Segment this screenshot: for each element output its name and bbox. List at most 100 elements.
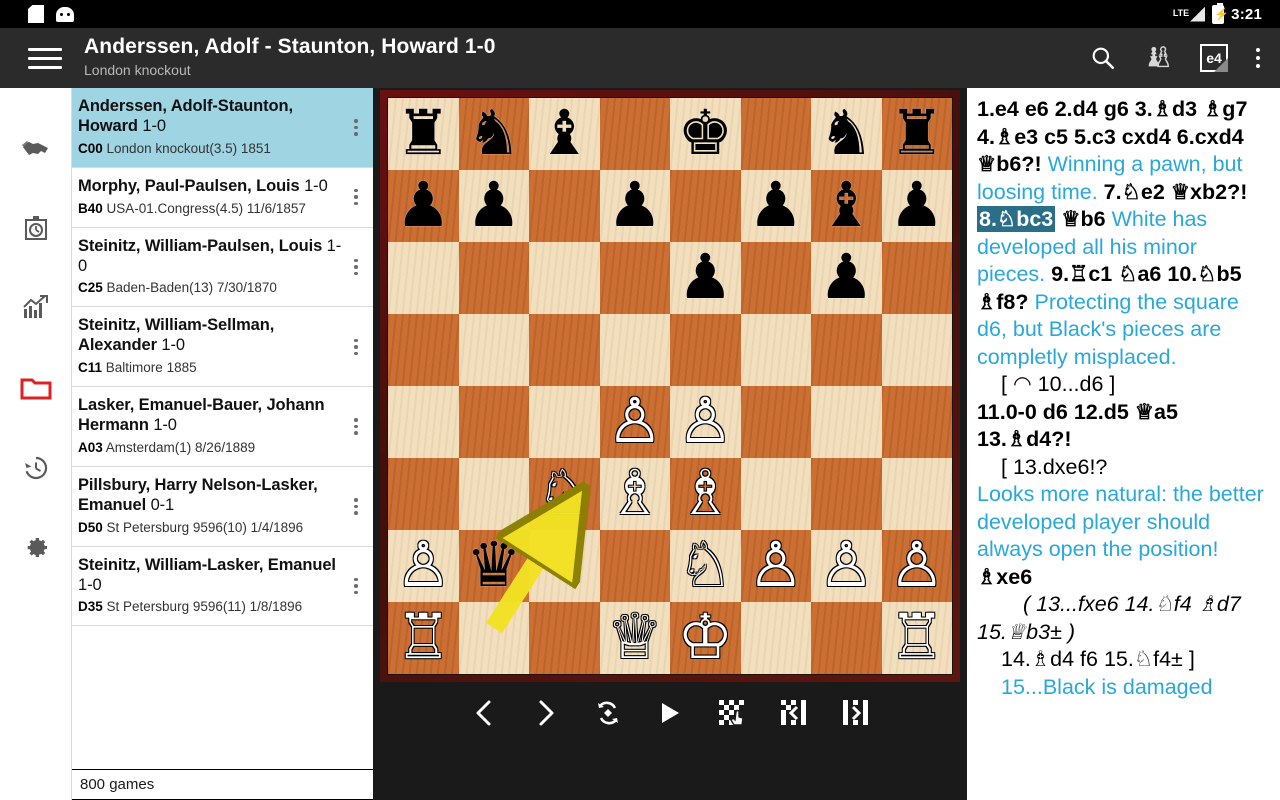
board-square-d6[interactable]	[599, 242, 670, 314]
board-square-a8[interactable]: ♜	[388, 98, 459, 170]
board-square-f6[interactable]	[740, 242, 811, 314]
board-square-b3[interactable]	[458, 458, 529, 530]
list-item[interactable]: Pillsbury, Harry Nelson-Lasker, Emanuel …	[72, 467, 373, 547]
board-square-a3[interactable]	[388, 458, 459, 530]
row-menu-icon[interactable]	[345, 258, 367, 276]
sidebar-item-history[interactable]	[18, 450, 54, 486]
board-square-b8[interactable]: ♞	[458, 98, 529, 170]
notation-move[interactable]: ♕b6	[1055, 207, 1111, 231]
board-square-g4[interactable]	[811, 386, 882, 458]
chess-board[interactable]: ♜ ♞ ♝ ♚ ♞ ♜ ♟ ♟ ♟ ♟ ♝ ♟ ♟ ♟ ♙ ♙ ♘ ♗ ♗ ♙ ♛ ♘ ♙ ♙ ♙ ♖ ♕ ♔ ♖	[387, 97, 953, 675]
board-square-b2[interactable]: ♛	[458, 530, 529, 602]
board-square-b1[interactable]	[458, 602, 529, 674]
board-square-f8[interactable]	[740, 98, 811, 170]
board-square-c8[interactable]: ♝	[529, 98, 600, 170]
board-square-d1[interactable]: ♕	[599, 602, 670, 674]
notation-variation1[interactable]: 14.♗d4 f6 15.♘f4± ]	[1001, 647, 1195, 671]
notation-move[interactable]: 11.0-0 d6 12.d5 ♕a5 13.♗d4?!	[977, 400, 1178, 452]
board-square-h7[interactable]: ♟	[881, 170, 952, 242]
game-list[interactable]: Anderssen, Adolf-Staunton, Howard 1-0 C0…	[72, 88, 373, 769]
board-square-f3[interactable]	[740, 458, 811, 530]
board-square-h4[interactable]	[881, 386, 952, 458]
row-menu-icon[interactable]	[345, 577, 367, 595]
board-square-c7[interactable]	[529, 170, 600, 242]
board-square-c1[interactable]	[529, 602, 600, 674]
board-square-d7[interactable]: ♟	[599, 170, 670, 242]
row-menu-icon[interactable]	[345, 188, 367, 206]
board-square-g1[interactable]	[811, 602, 882, 674]
board-square-h2[interactable]: ♙	[881, 530, 952, 602]
sidebar-item-settings[interactable]	[18, 530, 54, 566]
board-square-f4[interactable]	[740, 386, 811, 458]
board-square-g2[interactable]: ♙	[811, 530, 882, 602]
board-square-a1[interactable]: ♖	[388, 602, 459, 674]
notation-variation1[interactable]: [ 13.dxe6!?	[1001, 455, 1107, 479]
board-square-e5[interactable]	[670, 314, 741, 386]
board-square-a2[interactable]: ♙	[388, 530, 459, 602]
board-square-a4[interactable]	[388, 386, 459, 458]
board-square-b4[interactable]	[458, 386, 529, 458]
current-move[interactable]: 8.♘bc3	[977, 206, 1056, 233]
board-square-e8[interactable]: ♚	[670, 98, 741, 170]
board-square-g8[interactable]: ♞	[811, 98, 882, 170]
hamburger-menu-icon[interactable]	[28, 43, 62, 73]
sidebar-item-analysis[interactable]	[18, 290, 54, 326]
list-item[interactable]: Steinitz, William-Paulsen, Louis 1-0 C25…	[72, 228, 373, 308]
board-next-variation-button[interactable]	[838, 696, 874, 730]
board-square-g6[interactable]: ♟	[811, 242, 882, 314]
board-square-b6[interactable]	[458, 242, 529, 314]
play-button[interactable]	[652, 696, 688, 730]
notation-comment[interactable]: Looks more natural: the better developed…	[977, 482, 1264, 561]
board-edit-button[interactable]	[714, 696, 750, 730]
board-square-b5[interactable]	[458, 314, 529, 386]
board-square-h1[interactable]: ♖	[881, 602, 952, 674]
board-square-g5[interactable]	[811, 314, 882, 386]
opening-book-button[interactable]: e4	[1200, 44, 1228, 72]
board-square-c4[interactable]	[529, 386, 600, 458]
row-menu-icon[interactable]	[345, 498, 367, 515]
sidebar-item-database[interactable]	[18, 370, 54, 406]
row-menu-icon[interactable]	[345, 338, 367, 356]
board-square-c6[interactable]	[529, 242, 600, 314]
board-square-f1[interactable]	[740, 602, 811, 674]
board-square-c3[interactable]: ♘	[529, 458, 600, 530]
board-square-e1[interactable]: ♔	[670, 602, 741, 674]
players-icon[interactable]	[1144, 45, 1172, 71]
board-square-c2[interactable]	[529, 530, 600, 602]
notation-panel[interactable]: 1.e4 e6 2.d4 g6 3.♗d3 ♗g7 4.♗e3 c5 5.c3 …	[965, 88, 1280, 800]
notation-clipped[interactable]: 15...Black is damaged	[1001, 675, 1213, 699]
board-square-c5[interactable]	[529, 314, 600, 386]
board-square-e7[interactable]	[670, 170, 741, 242]
board-square-f5[interactable]	[740, 314, 811, 386]
board-square-d3[interactable]: ♗	[599, 458, 670, 530]
board-square-e6[interactable]: ♟	[670, 242, 741, 314]
notation-move[interactable]: 7.♘e2 ♕xb2?!	[1104, 180, 1248, 204]
notation-move[interactable]: ♗xe6	[977, 565, 1032, 589]
board-square-e4[interactable]: ♙	[670, 386, 741, 458]
board-square-d5[interactable]	[599, 314, 670, 386]
board-square-a7[interactable]: ♟	[388, 170, 459, 242]
board-square-b7[interactable]: ♟	[458, 170, 529, 242]
sidebar-item-clock[interactable]	[18, 210, 54, 246]
sidebar-item-play[interactable]	[18, 130, 54, 166]
notation-variation2[interactable]: ( 13...fxe6 14.♘f4 ♗d7 15.♕b3± )	[977, 592, 1241, 644]
list-item[interactable]: Steinitz, William-Lasker, Emanuel 1-0 D3…	[72, 547, 373, 627]
row-menu-icon[interactable]	[345, 119, 367, 136]
board-square-h8[interactable]: ♜	[881, 98, 952, 170]
overflow-menu-icon[interactable]	[1256, 48, 1260, 68]
list-item[interactable]: Anderssen, Adolf-Staunton, Howard 1-0 C0…	[72, 88, 373, 168]
board-square-f7[interactable]: ♟	[740, 170, 811, 242]
search-icon[interactable]	[1090, 45, 1116, 71]
board-square-d8[interactable]	[599, 98, 670, 170]
board-square-g3[interactable]	[811, 458, 882, 530]
board-square-a5[interactable]	[388, 314, 459, 386]
board-square-e2[interactable]: ♘	[670, 530, 741, 602]
list-item[interactable]: Steinitz, William-Sellman, Alexander 1-0…	[72, 307, 373, 388]
board-square-e3[interactable]: ♗	[670, 458, 741, 530]
board-square-d2[interactable]	[599, 530, 670, 602]
previous-move-button[interactable]	[466, 696, 502, 730]
board-square-f2[interactable]: ♙	[740, 530, 811, 602]
board-square-h3[interactable]	[881, 458, 952, 530]
list-item[interactable]: Morphy, Paul-Paulsen, Louis 1-0 B40 USA-…	[72, 168, 373, 228]
board-square-g7[interactable]: ♝	[811, 170, 882, 242]
